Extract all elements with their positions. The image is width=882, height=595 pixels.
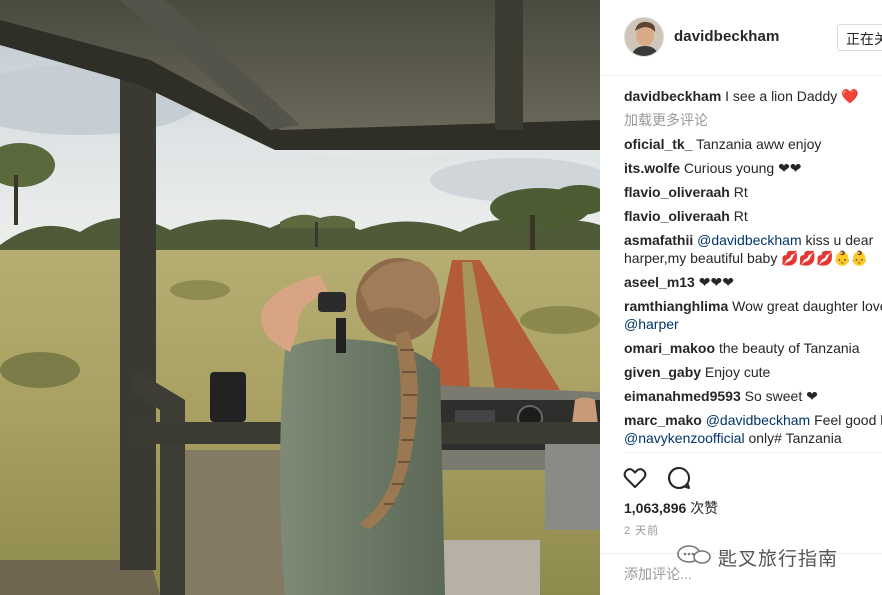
comment-item: omari_makoo the beauty of Tanzania [624,339,882,357]
load-more-comments-link[interactable]: 加载更多评论 [624,111,882,129]
comment-text: Curious young ❤❤ [683,160,802,176]
avatar-portrait-icon [625,18,663,56]
comment-username[interactable]: eimanahmed9593 [624,388,741,404]
comment-username[interactable]: ramthianghlima [624,298,728,314]
caption: davidbeckham I see a lion Daddy ❤️ [624,87,882,105]
comment-item: aseel_m13 ❤❤❤ [624,273,882,291]
comment-text: the beauty of Tanzania [718,340,860,356]
comment-username[interactable]: oficial_tk_ [624,136,692,152]
comment-text: Rt [733,184,748,200]
comment-mention-link[interactable]: @navykenzoofficial [624,430,745,446]
speech-bubble-icon[interactable] [666,465,692,491]
comment-item: ramthianghlima Wow great daughter love 😘… [624,297,882,333]
comment-username[interactable]: given_gaby [624,364,701,380]
chat-bubbles-icon [677,545,711,564]
following-button[interactable]: 正在关注 [837,24,882,51]
comment-item: asmafathii @davidbeckham kiss u dear har… [624,231,882,267]
comment-text: Wow great daughter love 😘😘 [732,298,882,314]
comment-mention-link[interactable]: @harper [624,316,679,332]
caption-text: I see a lion Daddy ❤️ [725,88,859,104]
comment-text: Tanzania aww enjoy [696,136,822,152]
watermark-text: 匙叉旅行指南 [718,548,839,570]
comment-text: Enjoy cute [704,364,771,380]
safari-photo-illustration [0,0,600,595]
divider [624,452,882,453]
post-author-username[interactable]: davidbeckham [674,28,779,45]
likes-label: 次赞 [690,500,719,516]
likes-number: 1,063,896 [624,500,687,516]
comment-username[interactable]: its.wolfe [624,160,680,176]
comments-list: davidbeckham I see a lion Daddy ❤️ 加载更多评… [624,87,882,453]
comment-username[interactable]: flavio_oliveraah [624,208,730,224]
comment-text: only# Tanzania [744,430,842,446]
comment-username[interactable]: aseel_m13 [624,274,695,290]
post-sidebar: davidbeckham 正在关注 davidbeckham I see a l… [600,0,882,595]
avatar[interactable] [624,17,664,57]
comment-username[interactable]: marc_mako [624,412,702,428]
comment-text: ❤❤❤ [698,274,734,290]
action-bar [622,465,706,491]
post-timestamp[interactable]: 2 天前 [624,522,659,538]
comment-item: its.wolfe Curious young ❤❤ [624,159,882,177]
comment-mention-link[interactable]: @davidbeckham [697,232,802,248]
comment-item: flavio_oliveraah Rt [624,183,882,201]
comment-item: marc_mako @davidbeckham Feel good like @… [624,411,882,447]
post-header: davidbeckham 正在关注 [600,0,882,76]
comment-item: given_gaby Enjoy cute [624,363,882,381]
comment-item: oficial_tk_ Tanzania aww enjoy [624,135,882,153]
comment-text: Rt [733,208,748,224]
comment-text: So sweet ❤ [744,388,818,404]
comment-item: eimanahmed9593 So sweet ❤ [624,387,882,405]
comment-item: flavio_oliveraah Rt [624,207,882,225]
comment-text: Feel good like [814,412,882,428]
heart-outline-icon[interactable] [622,465,648,491]
comment-username[interactable]: flavio_oliveraah [624,184,730,200]
likes-count[interactable]: 1,063,896 次赞 [624,498,718,518]
comment-username[interactable]: asmafathii [624,232,693,248]
comment-mention-link[interactable]: @davidbeckham [706,412,811,428]
comment-username[interactable]: omari_makoo [624,340,715,356]
post-photo[interactable] [0,0,600,595]
caption-username[interactable]: davidbeckham [624,88,721,104]
